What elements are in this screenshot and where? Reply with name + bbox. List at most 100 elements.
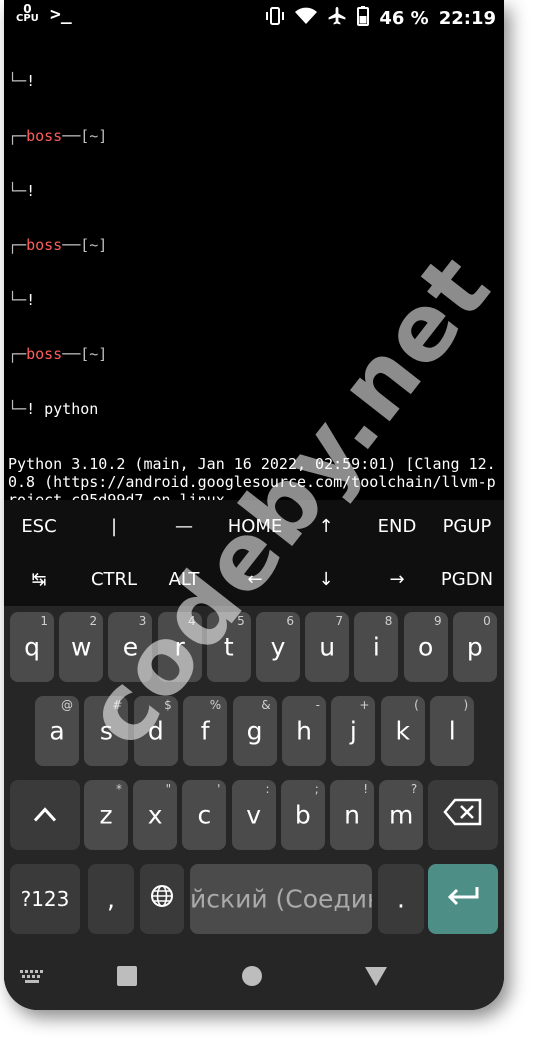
letter-key[interactable]: 2w xyxy=(59,612,104,682)
letter-key[interactable]: 9o xyxy=(403,612,448,682)
extra-key[interactable]: ↓ xyxy=(291,553,361,606)
key-hint: " xyxy=(165,782,172,796)
key-letter: i xyxy=(372,632,380,662)
letter-key[interactable]: ' c xyxy=(182,780,227,850)
letter-key[interactable]: 6y xyxy=(256,612,300,682)
command-line: └─! python xyxy=(8,399,99,418)
prompt-line: ┌─boss──[~] xyxy=(8,236,108,255)
period-key[interactable]: . xyxy=(378,864,424,934)
letter-key[interactable]: ! n xyxy=(330,780,374,850)
letter-key[interactable]: ; b xyxy=(280,780,325,850)
shift-icon xyxy=(10,801,80,830)
symbols-label: ?123 xyxy=(20,887,70,911)
space-bar-label: йский (Соединенные Ш xyxy=(190,884,372,914)
letter-key[interactable]: $ d xyxy=(133,696,178,766)
battery-icon xyxy=(357,6,370,31)
extra-key[interactable]: ← xyxy=(220,553,290,606)
extra-key[interactable]: ↑ xyxy=(291,500,361,553)
key-hint: 8 xyxy=(384,614,393,628)
key-letter: v xyxy=(246,800,261,830)
globe-icon xyxy=(140,884,184,914)
soft-keyboard: ?123 , йский (Соединенные Ш . 1q2w3e4r5t… xyxy=(4,606,504,951)
clock: 22:19 xyxy=(438,8,496,29)
back-button[interactable] xyxy=(364,965,388,991)
terminal-line: roject c95d99d7 on linux xyxy=(8,490,225,500)
letter-key[interactable]: + j xyxy=(331,696,376,766)
letter-key[interactable]: % f xyxy=(183,696,228,766)
terminal-line: 0.8 (https://android.googlesource.com/to… xyxy=(8,472,496,491)
letter-key[interactable]: " x xyxy=(133,780,178,850)
letter-key[interactable]: 3e xyxy=(108,612,153,682)
key-letter: f xyxy=(200,716,210,746)
key-letter: b xyxy=(294,800,311,830)
comma-label: , xyxy=(107,884,115,914)
airplane-icon xyxy=(327,6,347,31)
extra-keys-row-1: ESC | — HOME ↑ END PGUP xyxy=(4,500,504,553)
letter-key[interactable]: -h xyxy=(282,696,326,766)
keyboard-hide-icon[interactable] xyxy=(20,969,44,988)
extra-key[interactable]: ↹ xyxy=(4,553,74,606)
key-hint: @ xyxy=(61,698,73,712)
language-key[interactable] xyxy=(140,864,184,934)
key-hint: 2 xyxy=(89,614,98,628)
prompt-tail: └─! xyxy=(8,290,36,309)
enter-key[interactable] xyxy=(428,864,498,934)
key-hint: - xyxy=(315,698,320,712)
cpu-indicator: 0 CPU xyxy=(16,3,39,24)
space-bar[interactable]: йский (Соединенные Ш xyxy=(190,864,372,934)
key-hint: ! xyxy=(363,782,368,796)
extra-key[interactable]: HOME xyxy=(220,500,290,553)
letter-key[interactable]: :v xyxy=(231,780,276,850)
key-hint: 7 xyxy=(335,614,344,628)
shift-key[interactable] xyxy=(10,780,80,850)
extra-key[interactable]: PGUP xyxy=(432,500,502,553)
key-letter: m xyxy=(389,800,414,830)
comma-key[interactable]: , xyxy=(88,864,134,934)
key-letter: p xyxy=(466,632,483,662)
letter-key[interactable]: ? m xyxy=(379,780,424,850)
letter-key[interactable]: 5t xyxy=(206,612,251,682)
letter-key[interactable]: * z xyxy=(84,780,128,850)
letter-key[interactable]: @ a xyxy=(35,696,79,766)
extra-key[interactable]: | xyxy=(79,500,149,553)
battery-percent: 46 % xyxy=(379,8,429,29)
letter-key[interactable]: # s xyxy=(84,696,129,766)
backspace-key[interactable] xyxy=(428,780,498,850)
prompt-line: ┌─boss──[~] xyxy=(8,345,108,364)
home-button[interactable] xyxy=(241,965,263,991)
letter-key[interactable]: 8i xyxy=(354,612,399,682)
symbols-key[interactable]: ?123 xyxy=(10,864,80,934)
vibrate-icon xyxy=(265,7,285,30)
letter-key[interactable]: 0p xyxy=(452,612,497,682)
key-letter: n xyxy=(344,800,360,830)
key-hint: 6 xyxy=(286,614,294,628)
key-letter: y xyxy=(270,632,286,662)
extra-key[interactable]: CTRL xyxy=(79,553,149,606)
key-hint: 9 xyxy=(433,614,442,628)
python-session: Python 3.10.2 (main, Jan 16 2022, 02:59:… xyxy=(8,455,504,500)
recents-button[interactable] xyxy=(116,965,138,991)
letter-key[interactable]: 7u xyxy=(305,612,350,682)
extra-key[interactable]: — xyxy=(149,500,219,553)
key-hint: 5 xyxy=(237,614,245,628)
extra-key[interactable]: END xyxy=(362,500,432,553)
extra-key[interactable]: PGDN xyxy=(432,553,502,606)
extra-key[interactable]: ALT xyxy=(149,553,219,606)
phone-screen: 0 CPU >_ 46 % 22:19 └─! ┌─boss──[~] └─! … xyxy=(4,0,504,1010)
key-letter: x xyxy=(147,800,163,830)
letter-key[interactable]: ) l xyxy=(430,696,475,766)
key-hint: & xyxy=(261,698,271,712)
key-letter: e xyxy=(122,632,139,662)
extra-key[interactable]: → xyxy=(362,553,432,606)
key-hint: ) xyxy=(463,698,469,712)
letter-key[interactable]: & g xyxy=(232,696,277,766)
key-letter: t xyxy=(223,632,234,662)
terminal-output[interactable]: └─! ┌─boss──[~] └─! ┌─boss──[~] └─! ┌─bo… xyxy=(4,34,504,500)
navigation-bar xyxy=(4,951,504,1010)
letter-key[interactable]: 4r xyxy=(157,612,202,682)
key-letter: r xyxy=(174,632,185,662)
extra-keys-bar: ESC | — HOME ↑ END PGUP ↹ CTRL ALT ← ↓ → PGDN xyxy=(4,500,504,606)
letter-key[interactable]: 1q xyxy=(10,612,54,682)
extra-key[interactable]: ESC xyxy=(4,500,74,553)
letter-key[interactable]: (k xyxy=(380,696,425,766)
